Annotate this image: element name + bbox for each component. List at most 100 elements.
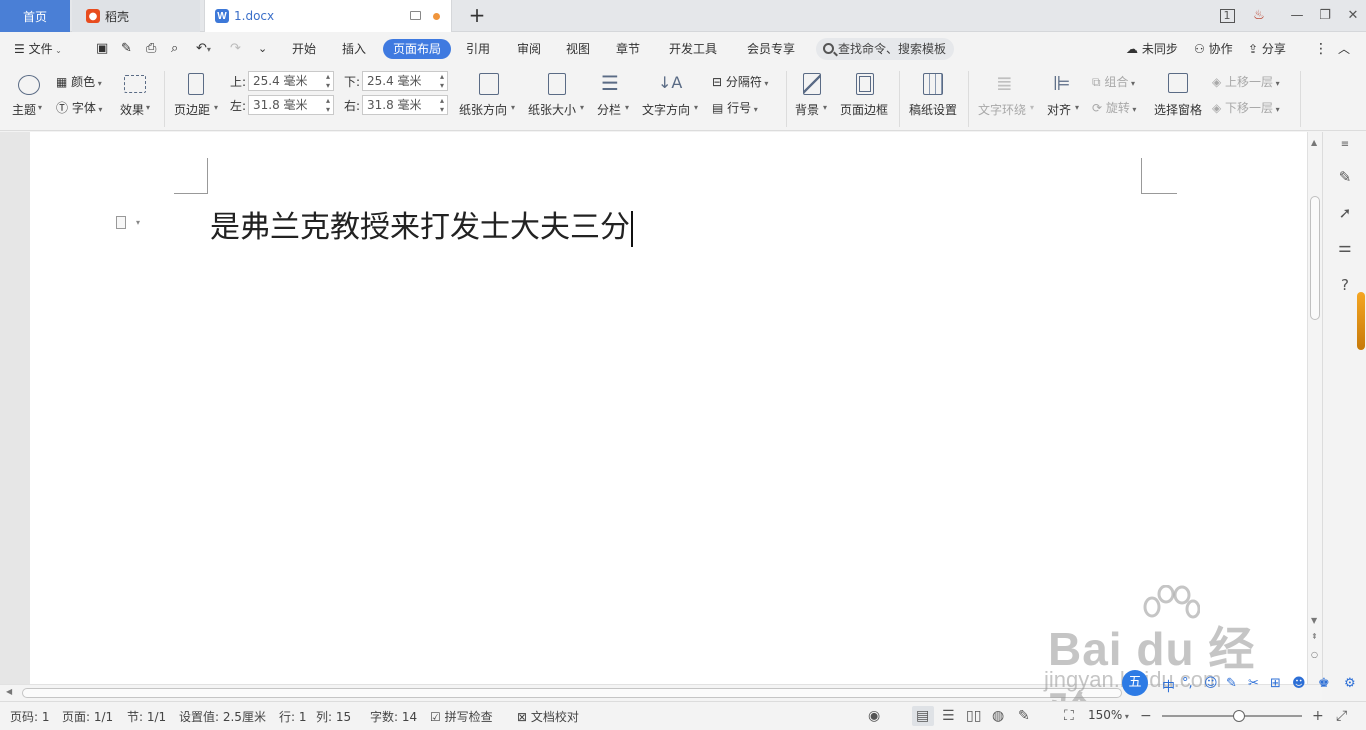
- close-button[interactable]: ✕: [1340, 6, 1366, 26]
- status-section[interactable]: 节: 1/1: [127, 708, 166, 725]
- window-layout-icon[interactable]: 1: [1214, 6, 1240, 26]
- margin-button[interactable]: 页边距 ▾: [174, 71, 222, 117]
- zoom-in-icon[interactable]: +: [1312, 708, 1324, 724]
- tab-member[interactable]: 会员专享: [747, 39, 795, 59]
- manuscript-button[interactable]: 稿纸设置: [909, 71, 961, 117]
- ime-chinese-icon[interactable]: 中: [1162, 676, 1175, 695]
- restore-button[interactable]: ❐: [1312, 6, 1338, 26]
- tab-page-layout[interactable]: 页面布局: [383, 39, 452, 59]
- zoom-slider-knob[interactable]: [1233, 710, 1245, 722]
- ime-handwrite-icon[interactable]: ✎: [1226, 676, 1237, 691]
- select-browse-icon[interactable]: ○: [1311, 650, 1318, 659]
- quick-access-more-icon[interactable]: ⌄: [258, 39, 267, 59]
- tab-view[interactable]: 视图: [566, 39, 590, 59]
- horizontal-scroll-thumb[interactable]: [22, 688, 1122, 698]
- bottom-margin-input[interactable]: 25.4 毫米: [362, 71, 448, 91]
- status-col[interactable]: 列: 15: [316, 708, 351, 725]
- eye-protection-icon[interactable]: ◉: [868, 708, 880, 724]
- align-button[interactable]: ⊫ 对齐 ▾: [1047, 71, 1083, 117]
- tab-insert[interactable]: 插入: [342, 39, 366, 59]
- color-button[interactable]: ▦ 颜色 ▾: [56, 73, 102, 90]
- redo-icon[interactable]: ↷: [230, 39, 241, 59]
- page-view-icon[interactable]: ▤: [916, 708, 929, 724]
- collab-button[interactable]: ⚇ 协作: [1194, 39, 1233, 59]
- settings-sliders-icon[interactable]: ⚌: [1336, 238, 1354, 256]
- selection-pane-button[interactable]: 选择窗格: [1154, 71, 1206, 117]
- vertical-scroll-thumb[interactable]: [1310, 196, 1320, 320]
- scroll-down-icon[interactable]: ▼: [1311, 616, 1317, 625]
- right-margin-input[interactable]: 31.8 毫米: [362, 95, 448, 115]
- top-margin-input[interactable]: 25.4 毫米: [248, 71, 334, 91]
- send-backward-button[interactable]: ◈ 下移一层 ▾: [1212, 99, 1280, 116]
- page-border-button[interactable]: 页面边框: [840, 71, 892, 117]
- status-pages[interactable]: 页面: 1/1: [62, 708, 113, 725]
- collapse-ribbon-icon[interactable]: ︿: [1338, 39, 1350, 59]
- status-setting[interactable]: 设置值: 2.5厘米: [179, 708, 266, 725]
- outline-view-icon[interactable]: ☰: [942, 708, 955, 724]
- pen-edit-icon[interactable]: ✎: [1336, 168, 1354, 186]
- reading-view-icon[interactable]: ▯▯: [966, 708, 981, 724]
- spell-check-button[interactable]: ☑ 拼写检查: [430, 708, 493, 725]
- tab-review[interactable]: 审阅: [517, 39, 541, 59]
- scroll-up-icon[interactable]: ▲: [1311, 138, 1317, 147]
- tab-chapter[interactable]: 章节: [616, 39, 640, 59]
- theme-button[interactable]: 主题 ▾: [12, 71, 44, 117]
- status-word-count[interactable]: 字数: 14: [370, 708, 417, 725]
- scroll-left-icon[interactable]: ◀: [6, 687, 12, 696]
- font-button[interactable]: Ⓣ 字体 ▾: [56, 99, 102, 116]
- skin-icon[interactable]: ♨: [1246, 6, 1272, 26]
- text-wrap-button[interactable]: ≣ 文字环绕 ▾: [978, 71, 1038, 117]
- line-number-button[interactable]: ▤ 行号 ▾: [712, 99, 758, 116]
- paragraph-handle-caret[interactable]: ▾: [136, 218, 140, 227]
- save-icon[interactable]: ▣: [96, 39, 108, 59]
- zoom-slider[interactable]: [1162, 710, 1302, 722]
- rotate-button[interactable]: ⟳ 旋转 ▾: [1092, 99, 1136, 116]
- left-margin-input[interactable]: 31.8 毫米: [248, 95, 334, 115]
- prev-page-icon[interactable]: ⇞: [1311, 632, 1318, 641]
- paragraph-handle-icon[interactable]: [116, 216, 126, 229]
- document-body[interactable]: 是弗兰克教授来打发士大夫三分: [210, 202, 633, 247]
- panel-resize-handle[interactable]: [1357, 292, 1365, 350]
- ime-skin-icon[interactable]: ♚: [1318, 676, 1330, 691]
- fit-page-icon[interactable]: ⛶: [1064, 708, 1074, 724]
- separator-button[interactable]: ⊟ 分隔符 ▾: [712, 73, 768, 90]
- file-menu[interactable]: ☰ 文件 ⌄: [14, 39, 62, 59]
- text-direction-button[interactable]: ↓A 文字方向 ▾: [642, 71, 702, 117]
- ime-tools-icon[interactable]: ✂: [1248, 676, 1259, 691]
- command-search-input[interactable]: 查找命令、搜索模板: [816, 38, 954, 60]
- zoom-dropdown[interactable]: 150% ▾: [1088, 708, 1129, 722]
- undo-icon[interactable]: ↶▾: [196, 39, 211, 59]
- print-icon[interactable]: ⎙: [146, 39, 156, 59]
- effect-button[interactable]: 效果 ▾: [120, 71, 156, 117]
- status-page-number[interactable]: 页码: 1: [10, 708, 50, 725]
- tab-start[interactable]: 开始: [292, 39, 316, 59]
- columns-button[interactable]: ☰ 分栏 ▾: [597, 71, 633, 117]
- share-button[interactable]: ⇪ 分享: [1248, 39, 1286, 59]
- panel-menu-icon[interactable]: ≡: [1336, 136, 1354, 154]
- zoom-out-icon[interactable]: −: [1140, 708, 1152, 724]
- help-icon[interactable]: ?: [1336, 276, 1354, 294]
- doc-proof-button[interactable]: ⊠ 文档校对: [517, 708, 579, 725]
- ime-user-icon[interactable]: ☻: [1292, 676, 1306, 691]
- document-page[interactable]: ▾ 是弗兰克教授来打发士大夫三分: [30, 132, 1307, 684]
- background-button[interactable]: 背景 ▾: [795, 71, 831, 117]
- tab-home[interactable]: 首页: [0, 0, 70, 32]
- orientation-button[interactable]: 纸张方向 ▾: [459, 71, 519, 117]
- paper-size-button[interactable]: 纸张大小 ▾: [528, 71, 588, 117]
- ime-settings-icon[interactable]: ⚙: [1344, 676, 1356, 691]
- vertical-scrollbar[interactable]: ▲ ▼ ⇞ ○: [1307, 132, 1322, 684]
- ime-softkey-icon[interactable]: ⊞: [1270, 676, 1281, 691]
- tab-developer[interactable]: 开发工具: [669, 39, 717, 59]
- window-preview-icon[interactable]: [410, 11, 421, 20]
- print-preview-icon[interactable]: ⌕: [171, 39, 178, 59]
- tab-daoke[interactable]: ● 稻壳: [72, 0, 200, 32]
- cursor-select-icon[interactable]: ➚: [1336, 204, 1354, 222]
- status-row[interactable]: 行: 1: [279, 708, 307, 725]
- new-tab-button[interactable]: +: [466, 4, 488, 28]
- minimize-button[interactable]: —: [1284, 6, 1310, 26]
- tab-references[interactable]: 引用: [466, 39, 490, 59]
- write-mode-icon[interactable]: ✎: [1018, 708, 1030, 724]
- group-button[interactable]: ⧉ 组合 ▾: [1092, 73, 1135, 90]
- ime-emoji-icon[interactable]: ☺: [1204, 676, 1218, 691]
- web-view-icon[interactable]: ◍: [992, 708, 1004, 724]
